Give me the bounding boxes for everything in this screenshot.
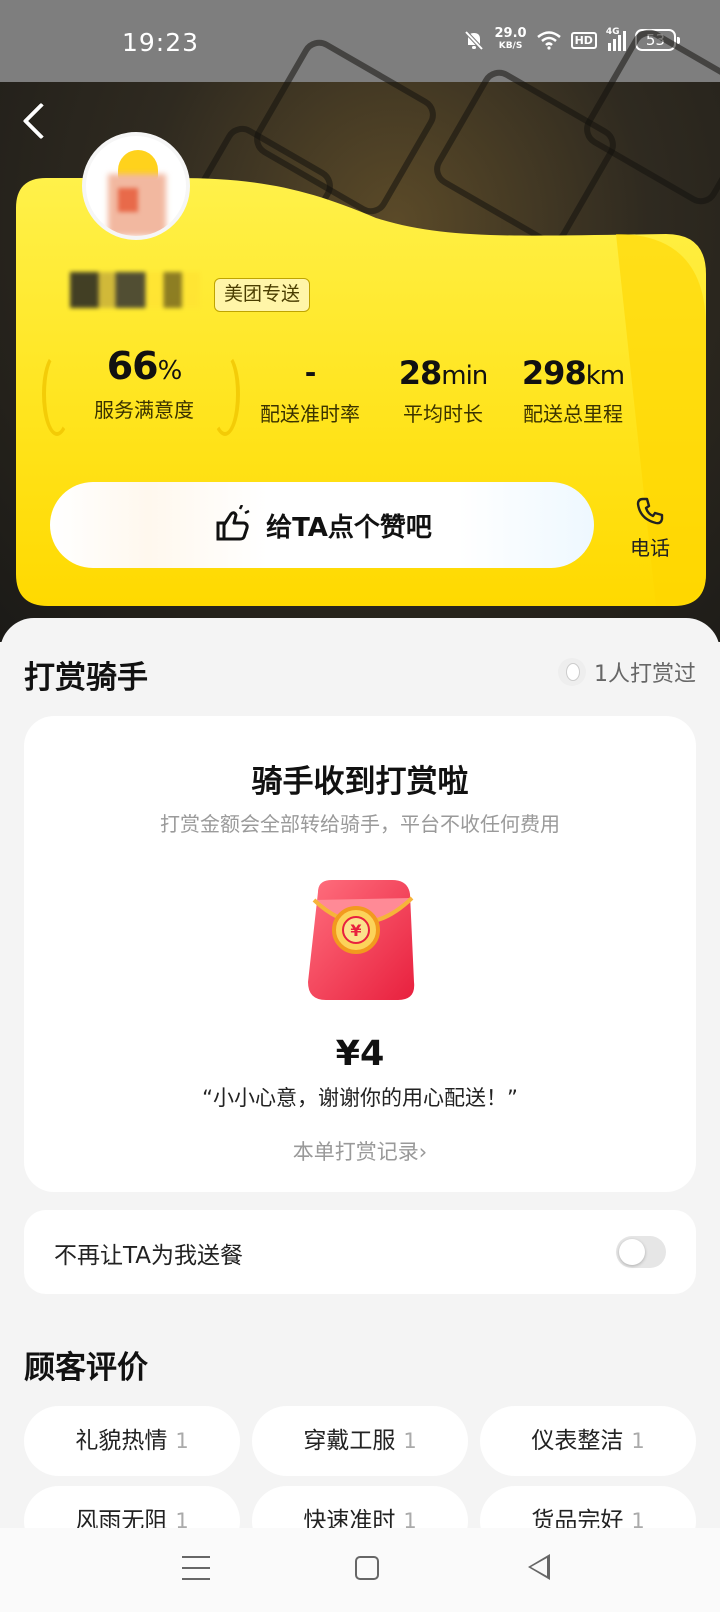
rider-avatar bbox=[82, 132, 190, 240]
phone-icon bbox=[636, 497, 664, 525]
like-button[interactable]: 给TA点个赞吧 bbox=[50, 482, 594, 568]
review-tag[interactable]: 礼貌热情 1 bbox=[24, 1406, 240, 1476]
tipped-count[interactable]: 1人打赏过 bbox=[558, 656, 696, 688]
service-badge: 美团专送 bbox=[214, 278, 311, 312]
review-tag[interactable]: 仪表整洁 1 bbox=[480, 1406, 696, 1476]
menu-icon[interactable] bbox=[182, 1556, 210, 1580]
wifi-icon bbox=[536, 31, 561, 50]
svg-text:¥: ¥ bbox=[350, 921, 361, 940]
chevron-right-icon: › bbox=[418, 1140, 428, 1164]
thumbs-up-icon bbox=[216, 505, 250, 541]
stat-total-distance: 298km 配送总里程 bbox=[521, 354, 625, 426]
tipper-avatar bbox=[558, 658, 586, 686]
rider-name-redacted bbox=[70, 272, 200, 308]
block-rider-label: 不再让TA为我送餐 bbox=[54, 1243, 243, 1269]
tip-amount: ¥4 bbox=[335, 1034, 385, 1074]
tip-card-title: 骑手收到打赏啦 bbox=[251, 764, 469, 800]
signal-icon: 4G bbox=[606, 27, 626, 51]
home-icon[interactable] bbox=[355, 1556, 379, 1580]
red-envelope-icon: ¥ bbox=[308, 880, 415, 1000]
back-triangle-icon[interactable] bbox=[528, 1554, 550, 1580]
tip-record-link[interactable]: 本单打赏记录› bbox=[24, 1136, 696, 1166]
block-rider-row: 不再让TA为我送餐 bbox=[24, 1210, 696, 1294]
tip-card: 骑手收到打赏啦 打赏金额会全部转给骑手，平台不收任何费用 ¥ ¥4 “小小心意，… bbox=[24, 716, 696, 1192]
status-time: 19:23 bbox=[122, 28, 200, 57]
tip-message: “小小心意，谢谢你的用心配送！” bbox=[202, 1086, 518, 1110]
like-button-label: 给TA点个赞吧 bbox=[266, 512, 432, 543]
laurel-left-icon bbox=[42, 352, 72, 436]
mute-bell-icon bbox=[465, 30, 484, 51]
system-nav-bar bbox=[0, 1528, 720, 1612]
block-rider-toggle[interactable] bbox=[616, 1236, 666, 1268]
stat-satisfaction: 66% 服务满意度 bbox=[94, 344, 194, 422]
tip-card-subtitle: 打赏金额会全部转给骑手，平台不收任何费用 bbox=[160, 812, 560, 836]
reviews-title: 顾客评价 bbox=[24, 1350, 148, 1386]
laurel-right-icon bbox=[210, 352, 240, 436]
stat-ontime-rate: - 配送准时率 bbox=[260, 356, 360, 426]
net-speed: 29.0 KB/S bbox=[494, 26, 527, 51]
phone-button[interactable]: 电话 bbox=[620, 496, 680, 561]
hd-icon: HD bbox=[570, 31, 597, 49]
phone-label: 电话 bbox=[630, 536, 670, 560]
review-tag[interactable]: 穿戴工服 1 bbox=[252, 1406, 468, 1476]
tip-section-title: 打赏骑手 bbox=[24, 660, 148, 696]
stat-avg-duration: 28min 平均时长 bbox=[398, 354, 489, 426]
